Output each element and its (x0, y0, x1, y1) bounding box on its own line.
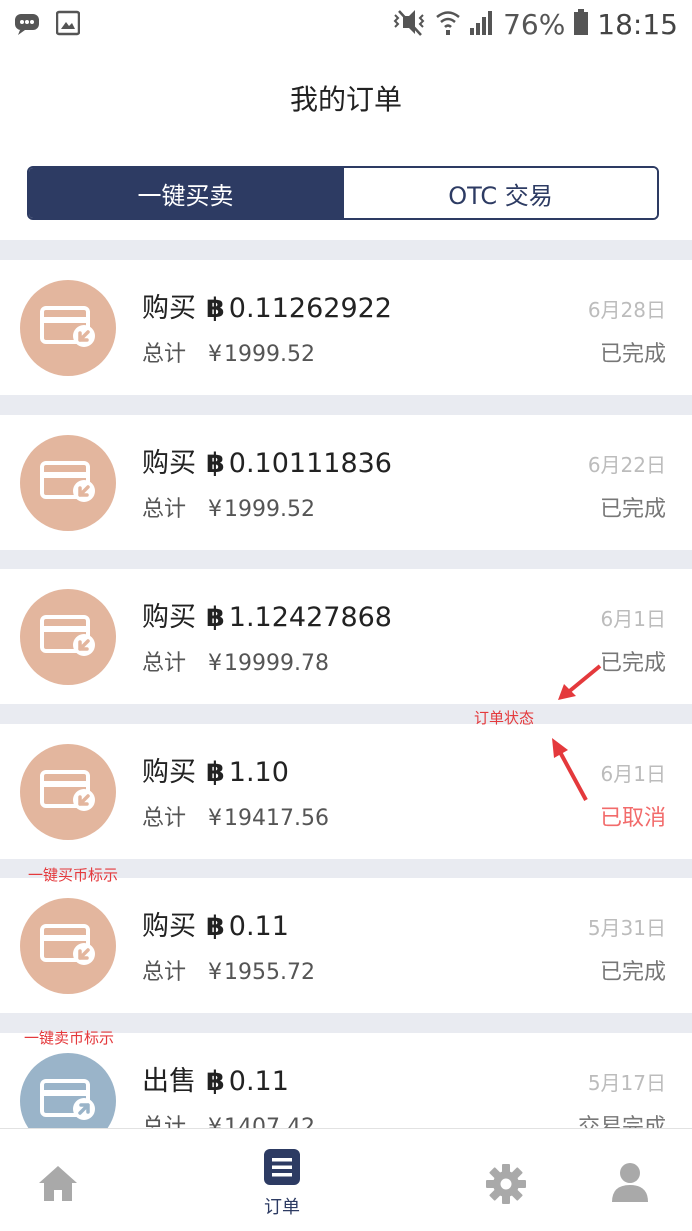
user-icon (611, 1161, 649, 1207)
order-amount-line: 购买 ฿ 0.10111836 (142, 441, 392, 480)
chat-bubble-icon (14, 10, 40, 36)
card-transfer-icon (40, 461, 95, 502)
order-status: 已完成 (599, 651, 666, 676)
card-transfer-icon (40, 770, 95, 811)
order-card[interactable]: 购买 ฿ 0.11262922 总计 ¥1999.52 6月28日 已完成 (0, 260, 692, 395)
gear-icon (485, 1163, 527, 1209)
total-label: 总计 (142, 651, 187, 676)
tab-bar: 订单 (0, 1128, 692, 1231)
mute-vibrate-icon (391, 7, 427, 41)
battery-percent: 76% (503, 7, 566, 41)
order-total: 19417.56 (224, 806, 329, 831)
order-total-line: 总计 ¥19417.56 (142, 800, 329, 832)
card-transfer-icon (40, 924, 95, 965)
order-total: 19999.78 (224, 651, 329, 676)
bitcoin-symbol: ฿ (206, 911, 225, 942)
total-label: 总计 (142, 806, 187, 831)
order-date: 6月1日 (600, 607, 666, 631)
order-action: 购买 (142, 602, 196, 633)
battery-icon (573, 8, 589, 40)
yen-symbol: ¥ (208, 342, 223, 367)
order-amount-line: 购买 ฿ 0.11262922 (142, 286, 392, 325)
total-label: 总计 (142, 497, 187, 522)
buy-type-avatar (20, 744, 116, 840)
order-total: 1955.72 (224, 960, 315, 985)
home-icon (37, 1163, 79, 1207)
annotation-arrow-down (552, 738, 588, 801)
order-status: 已取消 (599, 806, 666, 831)
buy-type-avatar (20, 589, 116, 685)
annotation-order-status: 订单状态 (474, 709, 535, 727)
bitcoin-symbol: ฿ (206, 293, 225, 324)
order-total: 1999.52 (224, 342, 315, 367)
card-transfer-icon (40, 615, 95, 656)
order-amount: 0.10111836 (228, 448, 392, 479)
tab-profile[interactable] (610, 1129, 650, 1231)
order-amount: 0.11 (228, 911, 289, 942)
segmented-control: 一键买卖 OTC 交易 (27, 166, 659, 220)
tab-orders-label: 订单 (264, 1197, 300, 1218)
buy-type-avatar (20, 898, 116, 994)
clock: 18:15 (597, 7, 678, 41)
order-date: 5月31日 (587, 916, 666, 940)
order-amount: 0.11 (228, 1066, 289, 1097)
order-total-line: 总计 ¥1999.52 (142, 491, 315, 523)
yen-symbol: ¥ (208, 960, 223, 985)
order-status: 已完成 (599, 497, 666, 522)
order-amount-line: 购买 ฿ 1.10 (142, 750, 289, 789)
order-date: 6月1日 (600, 762, 666, 786)
yen-symbol: ¥ (208, 651, 223, 676)
bitcoin-symbol: ฿ (206, 602, 225, 633)
tab-one-click-trade[interactable]: 一键买卖 (29, 168, 342, 218)
order-date: 6月28日 (587, 298, 666, 322)
buy-type-avatar (20, 280, 116, 376)
order-status: 已完成 (599, 342, 666, 367)
wifi-icon (435, 7, 461, 41)
order-total-line: 总计 ¥1999.52 (142, 336, 315, 368)
tab-otc-trade[interactable]: OTC 交易 (342, 168, 657, 218)
order-action: 购买 (142, 293, 196, 324)
total-label: 总计 (142, 342, 187, 367)
order-action: 购买 (142, 911, 196, 942)
order-total-line: 总计 ¥1955.72 (142, 954, 315, 986)
page-title: 我的订单 (289, 83, 402, 116)
card-transfer-icon (40, 1079, 95, 1120)
bitcoin-symbol: ฿ (206, 448, 225, 479)
image-icon (55, 10, 82, 36)
order-date: 5月17日 (587, 1071, 666, 1095)
order-total: 1999.52 (224, 497, 315, 522)
tab-home[interactable] (36, 1129, 80, 1231)
order-amount-line: 购买 ฿ 1.12427868 (142, 595, 392, 634)
card-transfer-icon (40, 306, 95, 347)
order-amount: 1.10 (228, 757, 289, 788)
order-card[interactable]: 购买 ฿ 0.10111836 总计 ¥1999.52 6月22日 已完成 (0, 415, 692, 550)
order-amount-line: 出售 ฿ 0.11 (142, 1059, 289, 1098)
order-amount: 1.12427868 (228, 602, 392, 633)
bitcoin-symbol: ฿ (206, 757, 225, 788)
order-action: 购买 (142, 448, 196, 479)
annotation-buy-mark: 一键买币标示 (28, 866, 119, 884)
buy-type-avatar (20, 435, 116, 531)
order-amount-line: 购买 ฿ 0.11 (142, 904, 289, 943)
yen-symbol: ¥ (208, 497, 223, 522)
order-action: 出售 (142, 1066, 196, 1097)
order-action: 购买 (142, 757, 196, 788)
annotation-arrow-up (558, 664, 602, 700)
order-amount: 0.11262922 (228, 293, 392, 324)
tab-orders[interactable]: 订单 (252, 1129, 312, 1231)
order-status: 已完成 (599, 960, 666, 985)
bitcoin-symbol: ฿ (206, 1066, 225, 1097)
signal-icon (469, 8, 495, 40)
yen-symbol: ¥ (208, 806, 223, 831)
status-bar: 76% 18:15 (0, 0, 692, 48)
orders-list-icon (264, 1149, 300, 1189)
annotation-sell-mark: 一键卖币标示 (24, 1029, 115, 1047)
order-card[interactable]: 购买 ฿ 0.11 总计 ¥1955.72 5月31日 已完成 (0, 878, 692, 1013)
order-date: 6月22日 (587, 453, 666, 477)
total-label: 总计 (142, 960, 187, 985)
order-total-line: 总计 ¥19999.78 (142, 645, 329, 677)
tab-settings[interactable] (484, 1129, 528, 1231)
